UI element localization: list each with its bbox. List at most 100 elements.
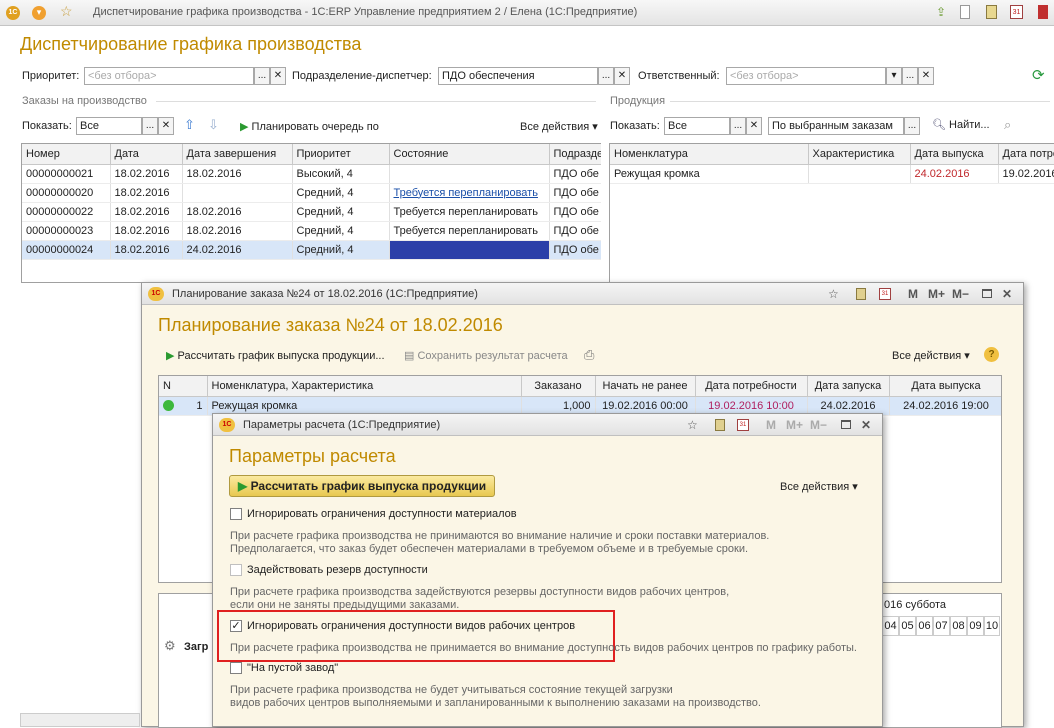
find-button[interactable]: 🔍︎ Найти... xyxy=(932,118,990,131)
planning-all-actions-button[interactable]: Все действия ▾ xyxy=(892,349,970,362)
clear-search-icon[interactable]: ⌕ xyxy=(1004,117,1011,133)
col-release-date[interactable]: Дата выпуска xyxy=(910,144,999,165)
table-row[interactable]: Режущая кромка 24.02.2016 19.02.2016 xyxy=(610,164,1054,184)
state-link[interactable]: Требуется перепланировать xyxy=(389,183,550,203)
division-input[interactable]: ПДО обеспечения xyxy=(438,67,598,85)
table-row[interactable]: 00000000024 18.02.2016 24.02.2016 Средний, … xyxy=(22,240,601,260)
close-icon[interactable]: ✕ xyxy=(1002,283,1012,305)
main-titlebar: 1С ▾ ☆ Диспетчирование графика производс… xyxy=(0,0,1054,26)
orders-show-select-button[interactable]: ... xyxy=(142,117,158,135)
products-scope-select-button[interactable]: ... xyxy=(904,117,920,135)
priority-clear-icon[interactable]: ✕ xyxy=(270,67,286,85)
orders-table[interactable]: Номер Дата Дата завершения Приоритет Сос… xyxy=(21,143,601,283)
refresh-icon[interactable]: ⟳ xyxy=(1032,66,1045,84)
table-row[interactable]: 00000000023 18.02.2016 18.02.2016 Средний, … xyxy=(22,221,601,241)
favorite-icon[interactable]: ☆ xyxy=(828,283,839,305)
col-ordered[interactable]: Заказано xyxy=(521,376,596,397)
m-plus-button[interactable]: M+ xyxy=(786,414,803,436)
hour-cell: 07 xyxy=(933,616,950,636)
m-button[interactable]: M xyxy=(908,283,918,305)
col-nomenclature[interactable]: Номенклатура xyxy=(610,144,809,165)
menu-arrow-icon[interactable]: ▾ xyxy=(32,6,46,20)
col-release[interactable]: Дата выпуска xyxy=(889,376,1001,397)
maximize-icon[interactable] xyxy=(841,420,851,429)
play-icon: ▶ xyxy=(240,121,249,133)
ignore-materials-checkbox[interactable] xyxy=(230,508,242,520)
ignore-materials-label[interactable]: Игнорировать ограничения доступности мат… xyxy=(247,508,517,520)
day-label: 016 суббота xyxy=(884,599,947,611)
col-need-date[interactable]: Дата потре xyxy=(998,144,1054,165)
main-scrollbar[interactable] xyxy=(20,713,140,727)
page-icon[interactable] xyxy=(960,5,970,19)
empty-plant-label[interactable]: "На пустой завод" xyxy=(247,662,338,674)
favorite-icon[interactable]: ☆ xyxy=(687,414,698,436)
priority-label: Приоритет: xyxy=(22,70,80,82)
responsible-input[interactable]: <без отбора> xyxy=(726,67,886,85)
m-minus-button[interactable]: M− xyxy=(952,283,969,305)
col-start[interactable]: Начать не ранее xyxy=(595,376,696,397)
print-icon[interactable]: ⎙ xyxy=(584,347,594,363)
col-priority[interactable]: Приоритет xyxy=(292,144,390,165)
responsible-dropdown-icon[interactable]: ▾ xyxy=(886,67,902,85)
col-state[interactable]: Состояние xyxy=(389,144,550,165)
col-nomenclature[interactable]: Номенклатура, Характеристика xyxy=(207,376,522,397)
products-show-clear-icon[interactable]: ✕ xyxy=(746,117,762,135)
products-show-select-button[interactable]: ... xyxy=(730,117,746,135)
more-icon[interactable] xyxy=(1038,5,1048,19)
empty-plant-checkbox[interactable] xyxy=(230,662,242,674)
orders-show-input[interactable]: Все xyxy=(76,117,142,135)
run-calc-button[interactable]: ▶ Рассчитать график выпуска продукции xyxy=(229,475,495,497)
col-date[interactable]: Дата xyxy=(110,144,183,165)
m-plus-button[interactable]: M+ xyxy=(928,283,945,305)
row-n: 1 xyxy=(196,399,203,412)
division-select-button[interactable]: ... xyxy=(598,67,614,85)
priority-input[interactable]: <без отбора> xyxy=(84,67,254,85)
table-row[interactable]: 00000000021 18.02.2016 18.02.2016 Высокий, … xyxy=(22,164,601,184)
calculator-icon[interactable] xyxy=(856,288,866,300)
help-icon[interactable]: ? xyxy=(984,347,999,362)
col-number[interactable]: Номер xyxy=(22,144,111,165)
calc-schedule-button[interactable]: ▶ Рассчитать график выпуска продукции... xyxy=(166,349,385,362)
plan-queue-button[interactable]: ▶ Планировать очередь по xyxy=(240,120,379,133)
m-minus-button[interactable]: M− xyxy=(810,414,827,436)
calendar-icon[interactable]: 31 xyxy=(737,419,749,431)
division-clear-icon[interactable]: ✕ xyxy=(614,67,630,85)
calculator-icon[interactable] xyxy=(715,419,725,431)
maximize-icon[interactable] xyxy=(982,289,992,298)
products-table[interactable]: Номенклатура Характеристика Дата выпуска… xyxy=(609,143,1054,283)
save-result-button[interactable]: ▤ Сохранить результат расчета xyxy=(404,349,568,362)
table-row[interactable]: 00000000022 18.02.2016 18.02.2016 Средний, … xyxy=(22,202,601,222)
col-need[interactable]: Дата потребности xyxy=(695,376,808,397)
home-icon[interactable]: ⇪ xyxy=(936,5,946,19)
responsible-clear-icon[interactable]: ✕ xyxy=(918,67,934,85)
priority-select-button[interactable]: ... xyxy=(254,67,270,85)
col-n[interactable]: N xyxy=(159,376,208,397)
empty-plant-desc-2: видов рабочих центров выполняемыми и зап… xyxy=(230,697,761,709)
use-reserve-checkbox[interactable] xyxy=(230,564,242,576)
params-all-actions-button[interactable]: Все действия ▾ xyxy=(780,480,858,493)
calc-schedule-label: Рассчитать график выпуска продукции... xyxy=(177,350,385,362)
use-reserve-label[interactable]: Задействовать резерв доступности xyxy=(247,564,428,576)
cell: 18.02.2016 xyxy=(182,202,293,222)
calendar-icon[interactable]: 31 xyxy=(879,288,891,300)
m-button[interactable]: M xyxy=(766,414,776,436)
calculator-icon[interactable] xyxy=(986,5,997,19)
responsible-select-button[interactable]: ... xyxy=(902,67,918,85)
ignore-workcenters-checkbox[interactable]: ✓ xyxy=(230,620,242,632)
favorite-star-icon[interactable]: ☆ xyxy=(60,3,73,20)
products-show-input[interactable]: Все xyxy=(664,117,730,135)
col-division[interactable]: Подразде xyxy=(549,144,601,165)
col-end-date[interactable]: Дата завершения xyxy=(182,144,293,165)
close-icon[interactable]: ✕ xyxy=(861,414,871,436)
col-characteristic[interactable]: Характеристика xyxy=(808,144,911,165)
products-scope-input[interactable]: По выбранным заказам xyxy=(768,117,904,135)
ignore-workcenters-label[interactable]: Игнорировать ограничения доступности вид… xyxy=(247,620,575,632)
orders-all-actions-button[interactable]: Все действия ▾ xyxy=(520,120,598,133)
params-window: 1С Параметры расчета (1С:Предприятие) ☆ … xyxy=(212,413,883,727)
move-down-icon[interactable]: ⇩ xyxy=(208,117,219,133)
orders-show-clear-icon[interactable]: ✕ xyxy=(158,117,174,135)
table-row[interactable]: 00000000020 18.02.2016 Средний, 4 Требуется… xyxy=(22,183,601,203)
move-up-icon[interactable]: ⇧ xyxy=(184,117,195,133)
col-launch[interactable]: Дата запуска xyxy=(807,376,890,397)
calendar-icon[interactable]: 31 xyxy=(1010,5,1023,19)
